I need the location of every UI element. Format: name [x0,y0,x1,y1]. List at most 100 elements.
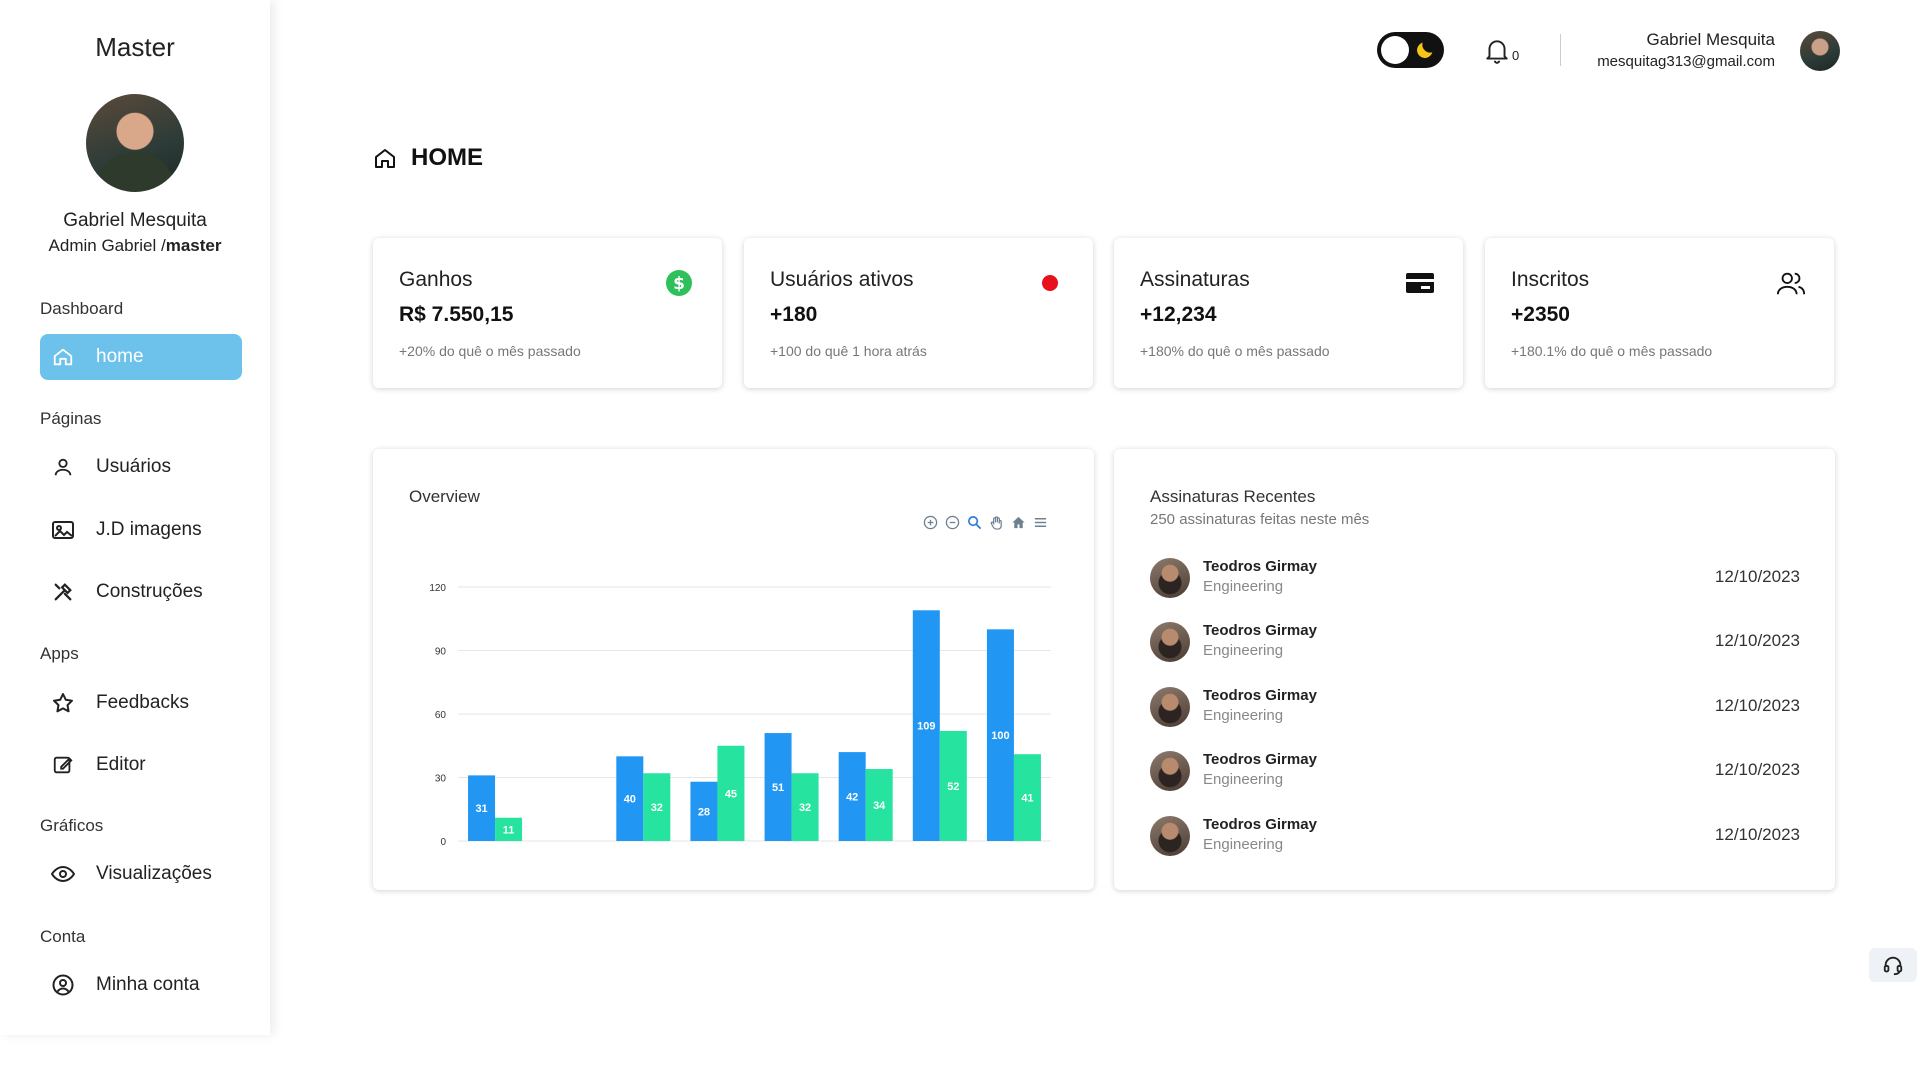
sidebar-item-imagens[interactable]: J.D imagens [40,507,242,553]
sidebar-item-label: Visualizações [96,863,212,884]
list-item[interactable]: Teodros Girmay Engineering 12/10/2023 [1150,749,1800,793]
moon-icon [1417,42,1433,58]
data-label: 32 [799,802,811,814]
app-root: Master Gabriel Mesquita Admin Gabriel /m… [0,0,1920,1080]
sidebar-item-label: Minha conta [96,974,200,995]
subscription-date: 12/10/2023 [1714,696,1800,715]
recent-subscriptions-card: Assinaturas Recentes 250 assinaturas fei… [1114,449,1835,890]
headset-icon [1883,956,1903,976]
y-tick-label: 30 [435,774,447,785]
eye-icon [48,859,78,889]
avatar [1150,751,1190,791]
sidebar-item-label: Feedbacks [96,692,189,713]
stat-value: +12,234 [1140,303,1217,326]
notification-count: 0 [1512,48,1520,63]
stat-value: +2350 [1511,303,1570,326]
overview-card: Overview 0 30 60 90 120 31 11 40 32 28 45 51 32 42 34 1… [373,449,1094,890]
profile-role-suffix: master [165,236,222,255]
sidebar-item-construcoes[interactable]: Construções [40,569,242,615]
users-icon [1776,268,1806,298]
subscriber-dept: Engineering [1203,836,1284,853]
sidebar-item-home[interactable]: home [40,334,242,380]
sidebar-item-label: home [96,346,144,367]
stat-card-usuarios-ativos: Usuários ativos +180 +100 do quê 1 hora … [744,238,1093,388]
profile-name: Gabriel Mesquita [63,210,207,231]
divider [1560,34,1561,66]
data-label: 100 [991,730,1009,742]
stat-card-inscritos: Inscritos +2350 +180.1% do quê o mês pas… [1485,238,1834,388]
y-tick-label: 120 [429,583,446,594]
list-item[interactable]: Teodros Girmay Engineering 12/10/2023 [1150,556,1800,600]
sidebar-item-label: J.D imagens [96,519,202,540]
edit-icon [48,750,78,780]
home-icon [48,342,78,372]
bell-icon[interactable] [1484,37,1510,65]
data-label: 40 [624,794,636,806]
stat-title: Inscritos [1511,268,1590,291]
stat-value: +180 [770,303,818,326]
subscription-date: 12/10/2023 [1714,567,1800,586]
stat-note: +100 do quê 1 hora atrás [770,343,927,359]
section-conta: Conta [40,927,86,946]
avatar [1150,558,1190,598]
sidebar-item-visualizacoes[interactable]: Visualizações [40,851,242,897]
stat-card-ganhos: Ganhos R$ 7.550,15 +20% do quê o mês pas… [373,238,722,388]
user-avatar[interactable] [1800,31,1840,71]
account-icon [48,970,78,1000]
subscription-date: 12/10/2023 [1714,760,1800,779]
stat-note: +180.1% do quê o mês passado [1511,343,1713,359]
avatar [1150,687,1190,727]
stat-title: Ganhos [399,268,473,291]
sidebar-item-usuarios[interactable]: Usuários [40,444,242,490]
sidebar-item-label: Usuários [96,456,171,477]
section-paginas: Páginas [40,409,102,428]
profile-role: Admin Gabriel /master [0,236,270,256]
dollar-icon: $ [664,268,694,298]
data-label: 11 [503,824,515,836]
star-icon [48,688,78,718]
data-label: 41 [1021,793,1033,805]
subscriber-dept: Engineering [1203,578,1284,595]
subscriber-name: Teodros Girmay [1203,558,1317,575]
data-label: 32 [651,802,663,814]
subscriber-dept: Engineering [1203,771,1284,788]
data-label: 34 [873,800,886,812]
list-item[interactable]: Teodros Girmay Engineering 12/10/2023 [1150,685,1800,729]
y-tick-label: 60 [435,710,447,721]
help-button[interactable] [1869,948,1917,982]
subscriber-name: Teodros Girmay [1203,622,1317,639]
user-email: mesquitag313@gmail.com [1597,53,1775,70]
data-label: 51 [772,782,784,794]
profile-avatar[interactable] [86,94,184,192]
brand-title: Master [95,32,175,62]
recent-title: Assinaturas Recentes [1150,487,1316,506]
section-dashboard: Dashboard [40,299,124,318]
subscription-date: 12/10/2023 [1714,631,1800,650]
user-icon [48,452,78,482]
user-name: Gabriel Mesquita [1646,30,1775,49]
subscriber-name: Teodros Girmay [1203,687,1317,704]
sidebar-item-minha-conta[interactable]: Minha conta [40,962,242,1008]
stat-note: +20% do quê o mês passado [399,343,581,359]
theme-toggle[interactable] [1377,32,1444,68]
overview-chart: 0 30 60 90 120 31 11 40 32 28 45 51 32 42 34 109 52 100 41… [429,583,1051,848]
recent-subtitle: 250 assinaturas feitas neste mês [1150,511,1370,528]
y-tick-label: 0 [440,837,446,848]
subscriber-name: Teodros Girmay [1203,751,1317,768]
sidebar: Master Gabriel Mesquita Admin Gabriel /m… [0,0,270,1035]
stat-value: R$ 7.550,15 [399,303,514,326]
list-item[interactable]: Teodros Girmay Engineering 12/10/2023 [1150,620,1800,664]
data-label: 28 [698,806,710,818]
data-label: 52 [947,781,959,793]
image-icon [48,515,78,545]
subscription-date: 12/10/2023 [1714,825,1800,844]
sidebar-item-feedbacks[interactable]: Feedbacks [40,680,242,726]
stat-note: +180% do quê o mês passado [1140,343,1330,359]
list-item[interactable]: Teodros Girmay Engineering 12/10/2023 [1150,814,1800,858]
avatar [1150,816,1190,856]
sidebar-item-label: Editor [96,754,146,775]
data-label: 45 [725,788,737,800]
y-tick-label: 90 [435,647,447,658]
sidebar-item-editor[interactable]: Editor [40,742,242,788]
card-icon [1405,268,1435,298]
